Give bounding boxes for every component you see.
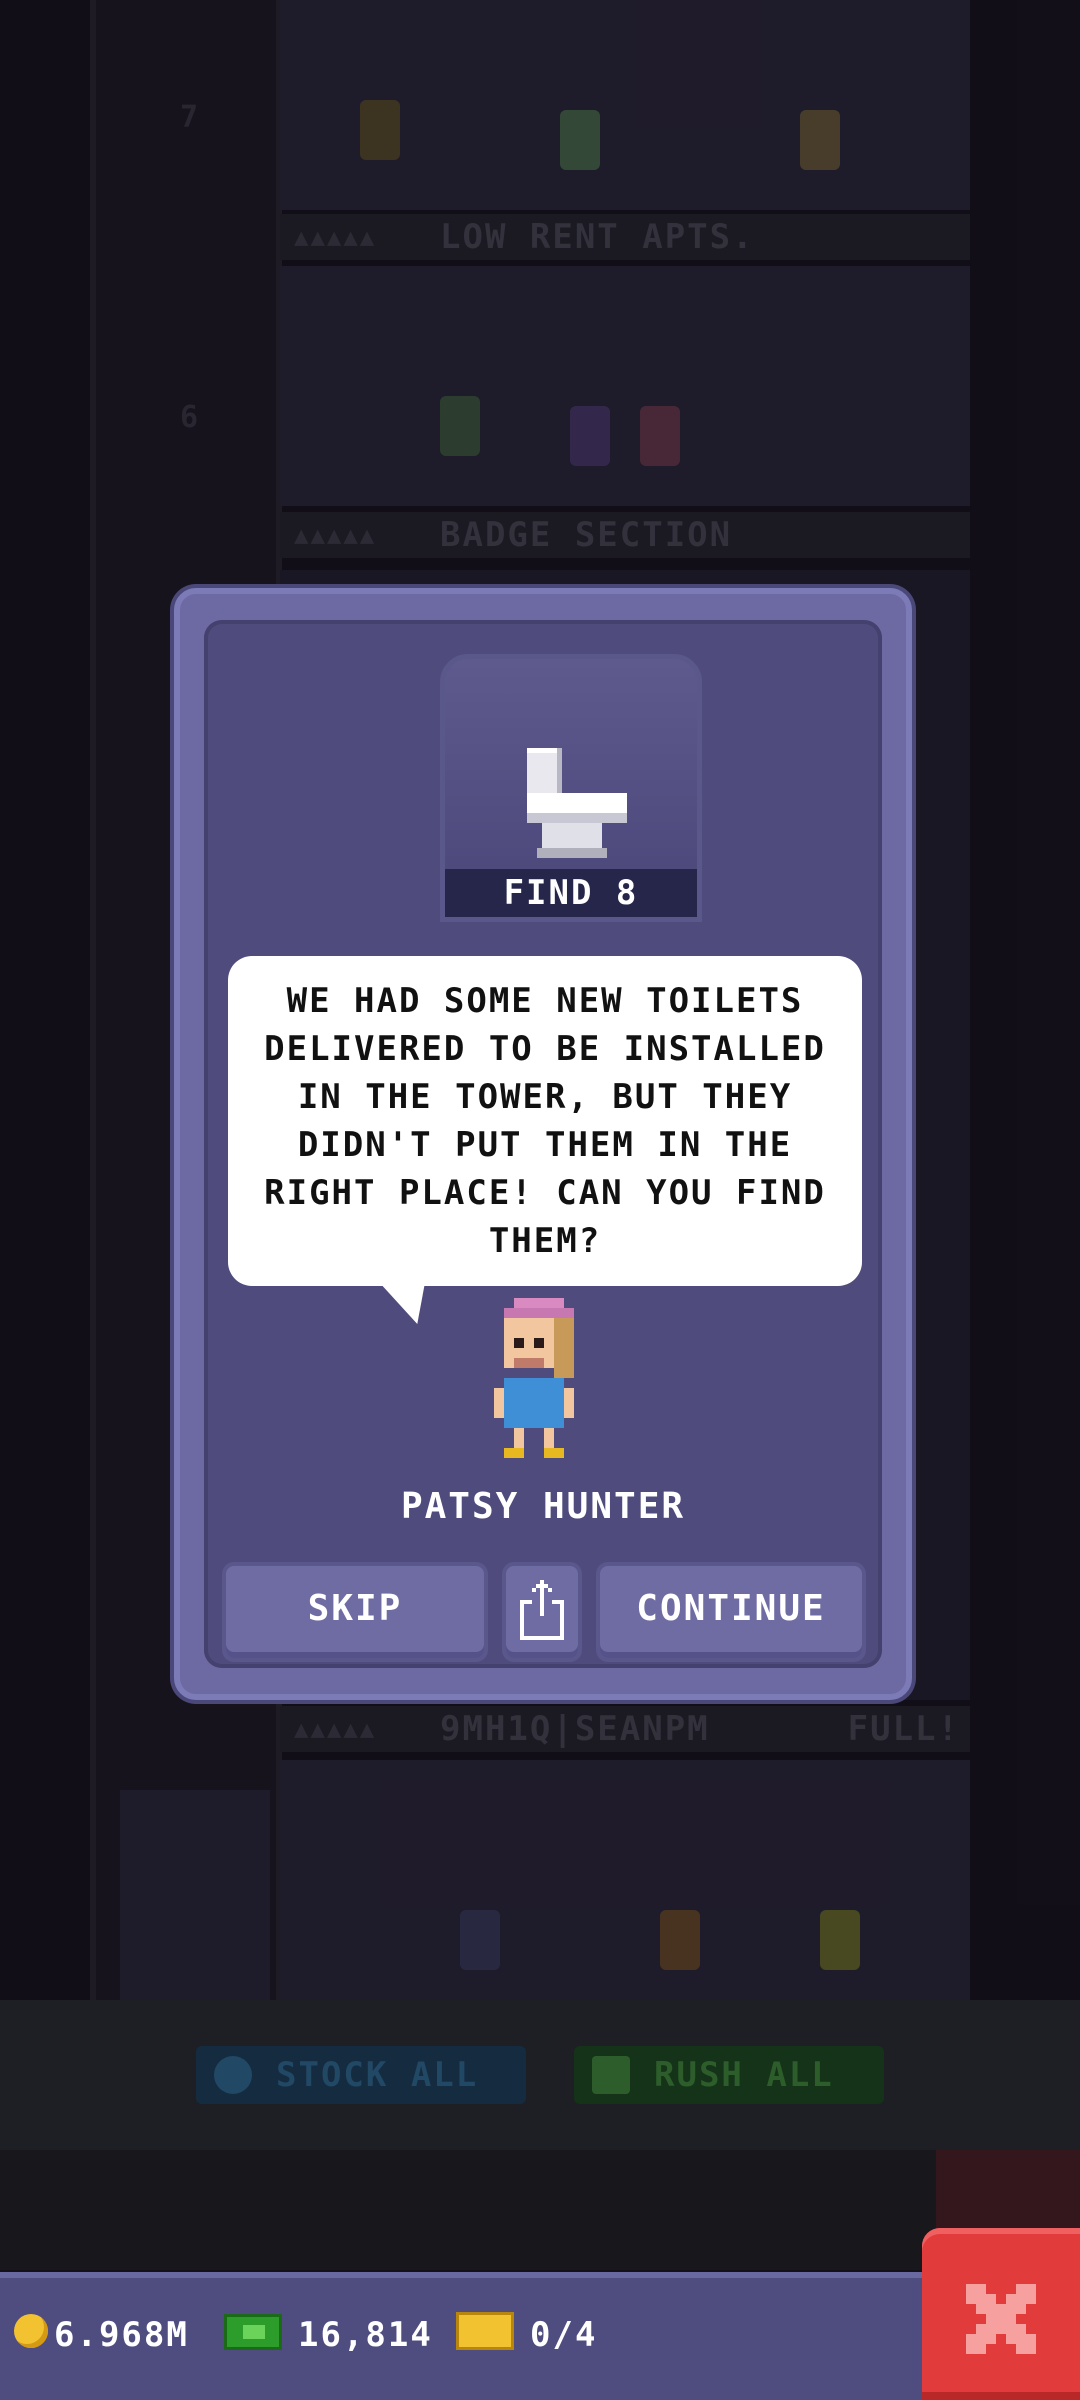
find-count-badge: FIND 8 xyxy=(445,869,697,917)
coins-value: 6.968M xyxy=(54,2315,189,2355)
skip-label: SKIP xyxy=(307,1588,403,1629)
close-icon xyxy=(966,2284,1036,2354)
npc-avatar xyxy=(494,1298,574,1458)
coin-icon xyxy=(14,2314,48,2348)
mission-card: FIND 8 xyxy=(440,654,702,922)
mission-message: WE HAD SOME NEW TOILETS DELIVERED TO BE … xyxy=(264,981,826,1261)
speech-bubble: WE HAD SOME NEW TOILETS DELIVERED TO BE … xyxy=(228,956,862,1286)
mission-dialog: FIND 8 WE HAD SOME NEW TOILETS DELIVERED… xyxy=(174,588,912,1700)
share-button[interactable] xyxy=(506,1566,578,1658)
status-bar: 6.968M 16,814 0/4 xyxy=(0,2272,1080,2400)
skip-button[interactable]: SKIP xyxy=(226,1566,484,1658)
share-icon xyxy=(520,1580,564,1640)
close-button[interactable] xyxy=(922,2228,1080,2400)
mission-dialog-panel: FIND 8 WE HAD SOME NEW TOILETS DELIVERED… xyxy=(204,620,882,1668)
continue-label: CONTINUE xyxy=(636,1588,826,1629)
bux-value: 16,814 xyxy=(298,2315,433,2355)
continue-button[interactable]: CONTINUE xyxy=(600,1566,862,1658)
npc-name: PATSY HUNTER xyxy=(400,1486,686,1527)
toilet-icon xyxy=(527,748,627,858)
tickets-value: 0/4 xyxy=(530,2315,598,2355)
ticket-icon xyxy=(456,2312,514,2350)
speech-bubble-tail xyxy=(380,1284,440,1324)
bux-icon xyxy=(224,2314,282,2350)
